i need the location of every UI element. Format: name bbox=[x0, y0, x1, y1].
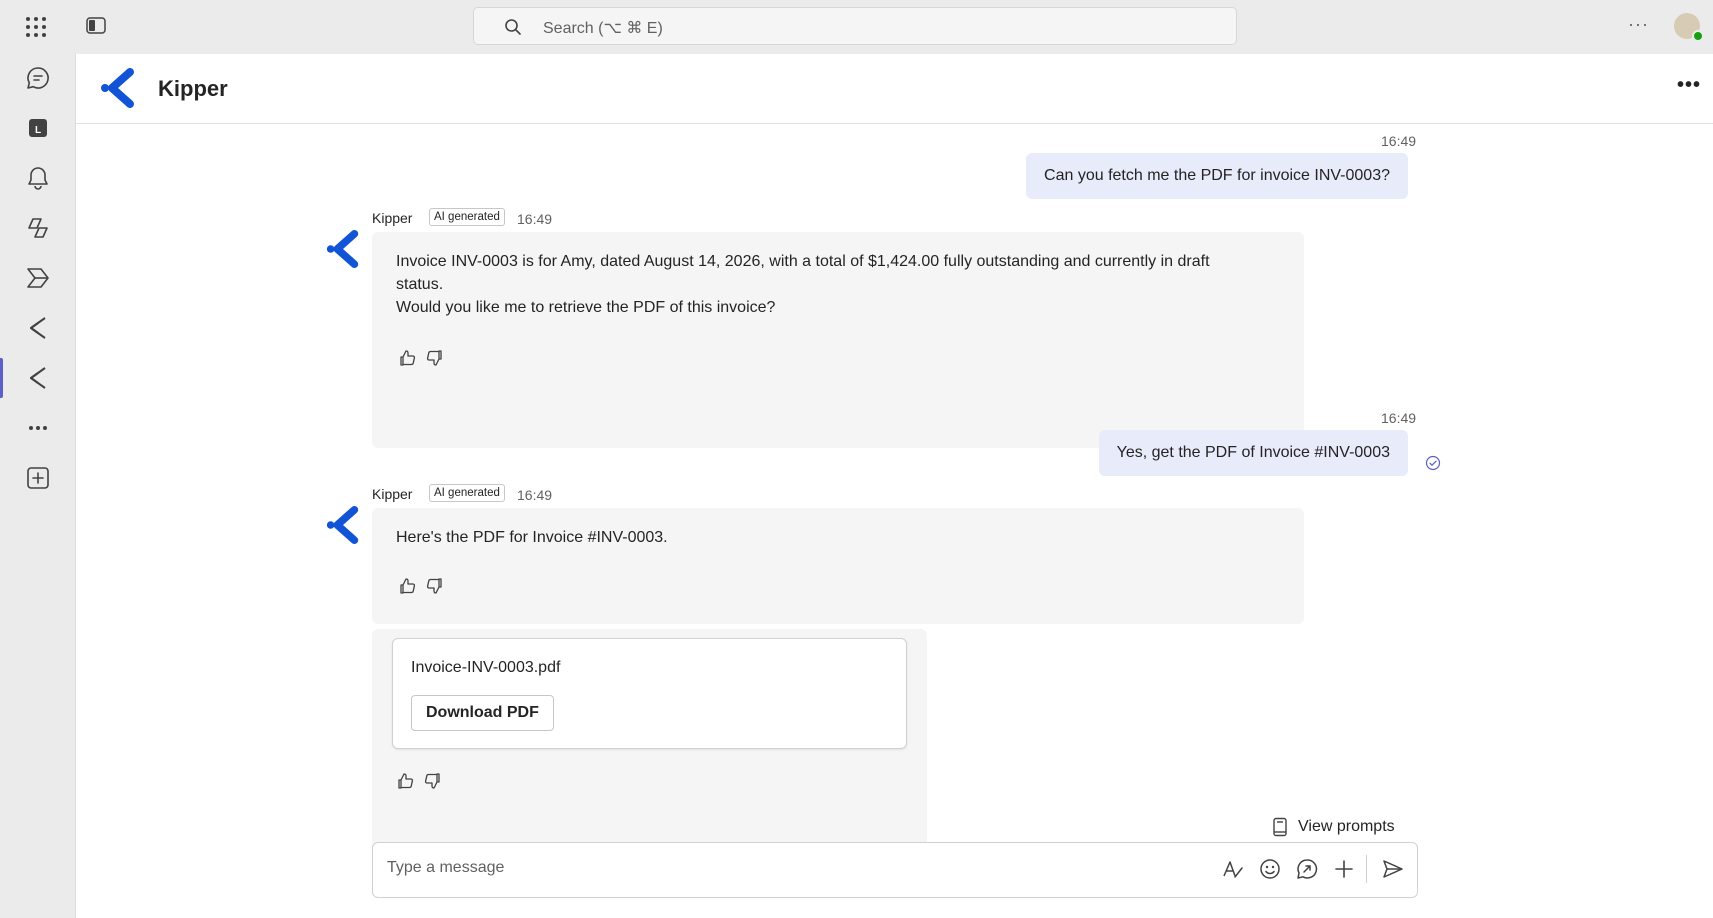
bot-message[interactable]: Here's the PDF for Invoice #INV-0003. bbox=[372, 508, 1304, 624]
kipper-app-icon bbox=[30, 317, 46, 339]
kipper-logo-icon bbox=[98, 68, 138, 108]
add-icon[interactable] bbox=[1332, 857, 1356, 881]
pdf-filename: Invoice-INV-0003.pdf bbox=[411, 659, 561, 676]
kipper-avatar-icon bbox=[326, 506, 359, 544]
more-apps-icon bbox=[29, 426, 47, 430]
chat-title: Kipper bbox=[158, 76, 228, 101]
thumbs-down-icon[interactable] bbox=[426, 577, 444, 595]
user-message[interactable]: Yes, get the PDF of Invoice #INV-0003 bbox=[1098, 430, 1408, 476]
thumbs-up-icon[interactable] bbox=[398, 577, 416, 595]
bell-icon bbox=[28, 167, 48, 190]
thumbs-down-icon[interactable] bbox=[426, 349, 444, 367]
message-timestamp: 16:49 bbox=[517, 211, 553, 227]
search-box[interactable]: Search (⌥ ⌘ E) bbox=[473, 7, 1237, 45]
panel-toggle-icon[interactable] bbox=[86, 17, 106, 34]
rail-item-automate[interactable] bbox=[0, 256, 76, 300]
rail-item-add-app[interactable] bbox=[0, 456, 76, 500]
view-prompts-label: View prompts bbox=[1298, 818, 1395, 835]
avatar[interactable] bbox=[1674, 13, 1704, 42]
power-automate-icon bbox=[27, 268, 49, 288]
attachment-message: Invoice-INV-0003.pdf Download PDF bbox=[372, 629, 927, 859]
search-icon bbox=[505, 19, 521, 35]
ai-generated-badge: AI generated bbox=[429, 484, 505, 502]
chat-header: Kipper ••• bbox=[76, 54, 1713, 124]
chat-panel: Kipper ••• 16:49 Can you fetch me the PD… bbox=[76, 54, 1713, 918]
search-placeholder: Search (⌥ ⌘ E) bbox=[543, 20, 663, 37]
chat-icon bbox=[27, 67, 49, 89]
message-text: Here's the PDF for Invoice #INV-0003. bbox=[396, 529, 668, 546]
message-line: status. bbox=[396, 276, 444, 293]
kipper-app-icon bbox=[30, 367, 46, 389]
app-launcher-icon[interactable] bbox=[26, 17, 46, 37]
header-more-icon[interactable]: ••• bbox=[1677, 74, 1701, 97]
send-icon[interactable] bbox=[1381, 857, 1405, 881]
message-timestamp: 16:49 bbox=[1381, 133, 1417, 149]
kipper-avatar-icon bbox=[326, 230, 359, 268]
message-line: Invoice INV-0003 is for Amy, dated Augus… bbox=[396, 253, 1210, 270]
compose-divider bbox=[1366, 855, 1367, 883]
message-timestamp: 16:49 bbox=[517, 487, 553, 503]
download-pdf-button[interactable]: Download PDF bbox=[411, 695, 554, 731]
rail-item-kipper-1[interactable] bbox=[0, 306, 76, 350]
ai-generated-badge: AI generated bbox=[429, 208, 505, 226]
sender-name: Kipper bbox=[372, 210, 413, 226]
bot-message[interactable]: Invoice INV-0003 is for Amy, dated Augus… bbox=[372, 232, 1304, 448]
view-prompts-button[interactable]: View prompts bbox=[1272, 817, 1395, 837]
add-app-icon bbox=[27, 467, 49, 489]
top-bar: Search (⌥ ⌘ E) ··· bbox=[0, 0, 1713, 54]
sender-name: Kipper bbox=[372, 486, 413, 502]
thumbs-up-icon[interactable] bbox=[396, 772, 414, 790]
rail-item-copilot[interactable] bbox=[0, 206, 76, 250]
rail-item-activity[interactable] bbox=[0, 156, 76, 200]
presence-available-icon bbox=[1692, 30, 1704, 42]
more-options-icon[interactable]: ··· bbox=[1628, 14, 1649, 35]
thumbs-down-icon[interactable] bbox=[424, 772, 442, 790]
app-rail: L bbox=[0, 54, 76, 918]
copilot-icon bbox=[28, 218, 48, 238]
rail-item-kipper-2[interactable] bbox=[0, 356, 76, 400]
calendar-icon: L bbox=[29, 119, 47, 137]
compose-box bbox=[372, 842, 1418, 898]
emoji-icon[interactable] bbox=[1258, 857, 1282, 881]
format-icon[interactable] bbox=[1221, 857, 1245, 881]
pdf-card: Invoice-INV-0003.pdf Download PDF bbox=[392, 638, 907, 749]
sent-check-icon bbox=[1425, 455, 1441, 471]
message-line: Would you like me to retrieve the PDF of… bbox=[396, 299, 776, 316]
rail-item-chat[interactable] bbox=[0, 56, 76, 100]
message-timestamp: 16:49 bbox=[1381, 410, 1417, 426]
prompts-book-icon bbox=[1273, 817, 1287, 837]
rail-item-more-apps[interactable] bbox=[0, 406, 76, 450]
svg-text:L: L bbox=[35, 125, 41, 136]
user-message[interactable]: Can you fetch me the PDF for invoice INV… bbox=[1026, 153, 1408, 199]
loop-icon[interactable] bbox=[1295, 857, 1319, 881]
thumbs-up-icon[interactable] bbox=[398, 349, 416, 367]
message-input[interactable] bbox=[387, 859, 1087, 877]
rail-item-calendar[interactable]: L bbox=[0, 106, 76, 150]
